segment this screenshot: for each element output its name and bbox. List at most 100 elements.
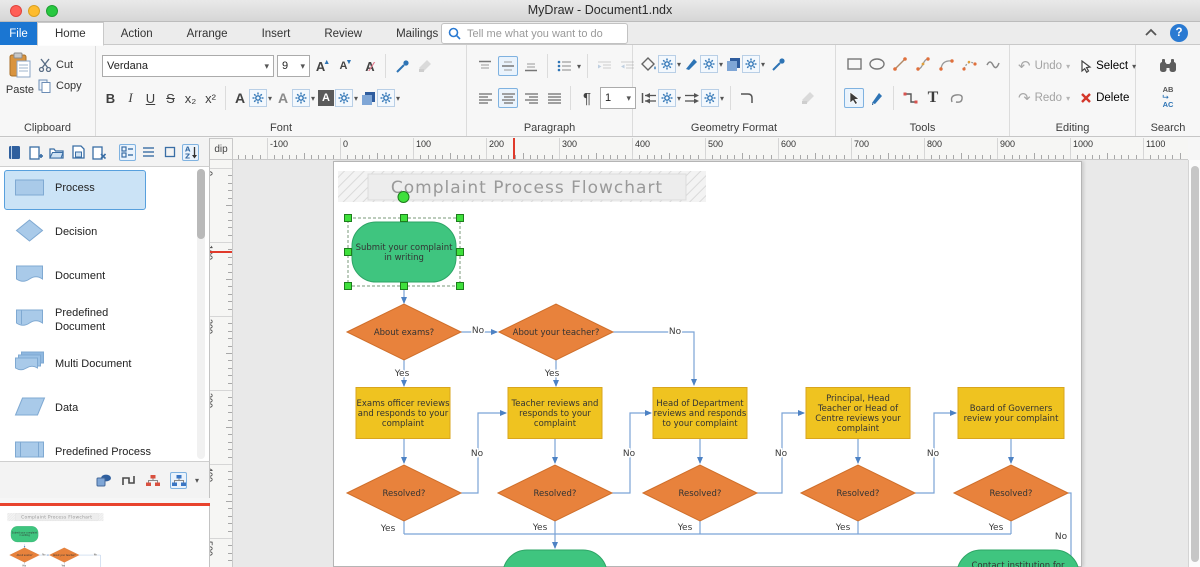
node-end1[interactable] — [503, 550, 607, 567]
save-library-button[interactable] — [69, 144, 86, 161]
view-icons-button[interactable] — [161, 144, 178, 161]
bezier-tool[interactable] — [913, 54, 933, 74]
selection-handle[interactable] — [457, 215, 464, 222]
curve-tool[interactable] — [959, 54, 979, 74]
align-right-button[interactable] — [521, 88, 541, 108]
clear-formatting-button[interactable]: A⁄ — [359, 56, 379, 76]
geometry-eyedropper-button[interactable] — [768, 54, 788, 74]
arrowhead-begin-combo[interactable]: ▾ — [641, 89, 681, 107]
arrowhead-end-combo[interactable]: ▾ — [684, 89, 724, 107]
undo-button[interactable]: ↶ Undo ▾ — [1018, 57, 1070, 75]
align-middle-button[interactable] — [498, 56, 518, 76]
find-button[interactable] — [1158, 55, 1178, 75]
italic-button[interactable]: I — [122, 88, 139, 108]
library-book-icon[interactable] — [6, 144, 23, 161]
pointer-tool[interactable] — [844, 88, 864, 108]
delete-button[interactable]: Delete — [1080, 92, 1129, 104]
connector[interactable] — [613, 332, 694, 385]
shadow-combo[interactable]: ▾ — [726, 55, 765, 73]
text-fill-combo[interactable]: ▾ — [361, 89, 400, 107]
canvas-vertical-scrollbar[interactable] — [1188, 160, 1200, 567]
font-family-select[interactable]: Verdana▾ — [102, 55, 274, 77]
select-button[interactable]: Select ▾ — [1080, 60, 1136, 73]
format-eyedropper-button[interactable] — [392, 56, 412, 76]
paste-button[interactable]: Paste — [5, 52, 35, 96]
freehand-tool[interactable] — [982, 54, 1002, 74]
font-outline-gear-icon[interactable] — [292, 89, 310, 107]
selection-handle[interactable] — [401, 283, 408, 290]
replace-button[interactable]: AB ⮡ AC — [1158, 87, 1178, 107]
connector[interactable] — [461, 413, 506, 493]
drawing-canvas[interactable]: Complaint Process FlowchartNoYesYesNoNoN… — [233, 160, 1188, 567]
library-scrollbar[interactable] — [197, 169, 205, 459]
selection-handle[interactable] — [457, 249, 464, 256]
text-fill-gear-icon[interactable] — [377, 89, 395, 107]
collapse-ribbon-icon[interactable] — [1144, 28, 1158, 38]
subscript-button[interactable]: x₂ — [182, 88, 199, 108]
selection-handle[interactable] — [457, 283, 464, 290]
corner-rounding-button[interactable] — [737, 88, 757, 108]
flowchart-svg[interactable]: Complaint Process FlowchartNoYesYesNoNoN… — [233, 160, 1188, 567]
stroke-combo[interactable]: ▾ — [684, 55, 723, 73]
align-top-button[interactable] — [475, 56, 495, 76]
connector[interactable] — [79, 555, 100, 567]
underline-button[interactable]: U — [142, 88, 159, 108]
library-item-data[interactable]: Data — [0, 387, 209, 431]
tab-insert[interactable]: Insert — [245, 22, 308, 45]
align-center-button[interactable] — [498, 88, 518, 108]
rectangle-tool[interactable] — [844, 54, 864, 74]
lasso-tool[interactable] — [946, 88, 966, 108]
text-highlight-combo[interactable]: A ▾ — [318, 89, 358, 107]
paragraph-mark-icon[interactable]: ¶ — [577, 88, 597, 108]
format-painter-button[interactable] — [415, 56, 435, 76]
ellipse-tool[interactable] — [867, 54, 887, 74]
connector-shapes-icon[interactable] — [120, 472, 137, 489]
library-scrollbar-thumb[interactable] — [197, 169, 205, 239]
sort-az-button[interactable]: AZ — [182, 144, 199, 161]
page-preview-thumbnail[interactable]: Complaint Process FlowchartNoYesYesNoNoN… — [6, 510, 202, 567]
tell-me-search-input[interactable] — [467, 28, 621, 40]
library-item-predefined-document[interactable]: Predefined Document — [0, 299, 209, 343]
selection-handle[interactable] — [345, 283, 352, 290]
selection-handle[interactable] — [345, 249, 352, 256]
fill-combo[interactable]: ▾ — [641, 55, 681, 73]
remove-library-button[interactable] — [90, 144, 107, 161]
tab-action[interactable]: Action — [104, 22, 170, 45]
superscript-button[interactable]: x² — [202, 88, 219, 108]
library-item-predefined-process[interactable]: Predefined Process — [0, 431, 209, 462]
org-chart-red-icon[interactable] — [145, 472, 162, 489]
selection-handle[interactable] — [345, 215, 352, 222]
shapes-3d-icon[interactable] — [95, 472, 112, 489]
tab-arrange[interactable]: Arrange — [170, 22, 245, 45]
view-thumbnails-with-text-button[interactable] — [119, 144, 136, 161]
open-library-button[interactable] — [48, 144, 65, 161]
grow-font-button[interactable]: A▲ — [313, 56, 333, 76]
align-left-button[interactable] — [475, 88, 495, 108]
canvas-scrollbar-thumb[interactable] — [1191, 166, 1199, 562]
redo-button[interactable]: ↷ Redo ▾ — [1018, 89, 1070, 107]
tell-me-search-box[interactable] — [441, 23, 628, 44]
help-button[interactable]: ? — [1170, 24, 1188, 42]
connector-tool[interactable] — [900, 88, 920, 108]
text-tool[interactable]: T — [923, 88, 943, 108]
tab-review[interactable]: Review — [307, 22, 379, 45]
rotation-handle[interactable] — [398, 192, 409, 203]
bullet-list-caret[interactable]: ▾ — [577, 62, 581, 71]
text-highlight-gear-icon[interactable] — [335, 89, 353, 107]
tab-home[interactable]: Home — [37, 22, 104, 46]
align-justify-button[interactable] — [544, 88, 564, 108]
library-item-multi-document[interactable]: Multi Document — [0, 343, 209, 387]
org-chart-blue-icon[interactable] — [170, 472, 187, 489]
font-color-combo[interactable]: A ▾ — [232, 89, 272, 107]
bold-button[interactable]: B — [102, 88, 119, 108]
library-item-decision[interactable]: Decision — [0, 211, 209, 255]
shrink-font-button[interactable]: A▼ — [336, 56, 356, 76]
tab-file[interactable]: File — [0, 22, 37, 45]
strikethrough-button[interactable]: S — [162, 88, 179, 108]
bullet-list-button[interactable] — [554, 56, 574, 76]
font-outline-combo[interactable]: A ▾ — [275, 89, 315, 107]
cut-button[interactable]: Cut — [38, 58, 73, 72]
geometry-painter-button[interactable] — [798, 88, 818, 108]
view-list-button[interactable] — [140, 144, 157, 161]
arc-tool[interactable] — [936, 54, 956, 74]
